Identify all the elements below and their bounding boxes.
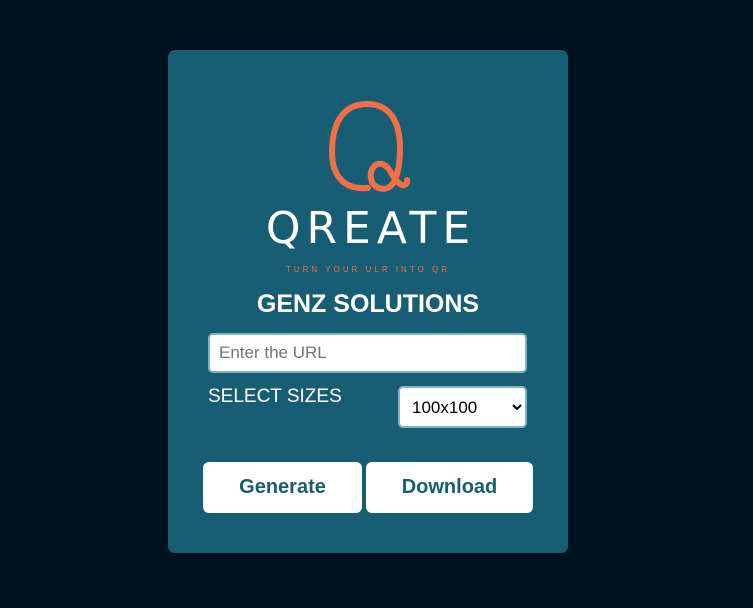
url-input[interactable] bbox=[208, 333, 527, 373]
generate-button[interactable]: Generate bbox=[203, 462, 362, 513]
select-sizes-label: SELECT SIZES bbox=[208, 386, 342, 407]
company-title: GENZ SOLUTIONS bbox=[256, 290, 480, 318]
q-loop-icon bbox=[329, 101, 411, 192]
brand-name: QREATE bbox=[265, 203, 477, 254]
download-button[interactable]: Download bbox=[366, 462, 533, 513]
size-select[interactable]: 100x100 bbox=[398, 386, 527, 428]
brand-tagline: TURN YOUR ULR INTO QR bbox=[285, 265, 451, 274]
qreate-logo: QREATE TURN YOUR ULR INTO QR bbox=[168, 50, 568, 280]
qr-generator-card: QREATE TURN YOUR ULR INTO QR GENZ SOLUTI… bbox=[168, 50, 568, 553]
